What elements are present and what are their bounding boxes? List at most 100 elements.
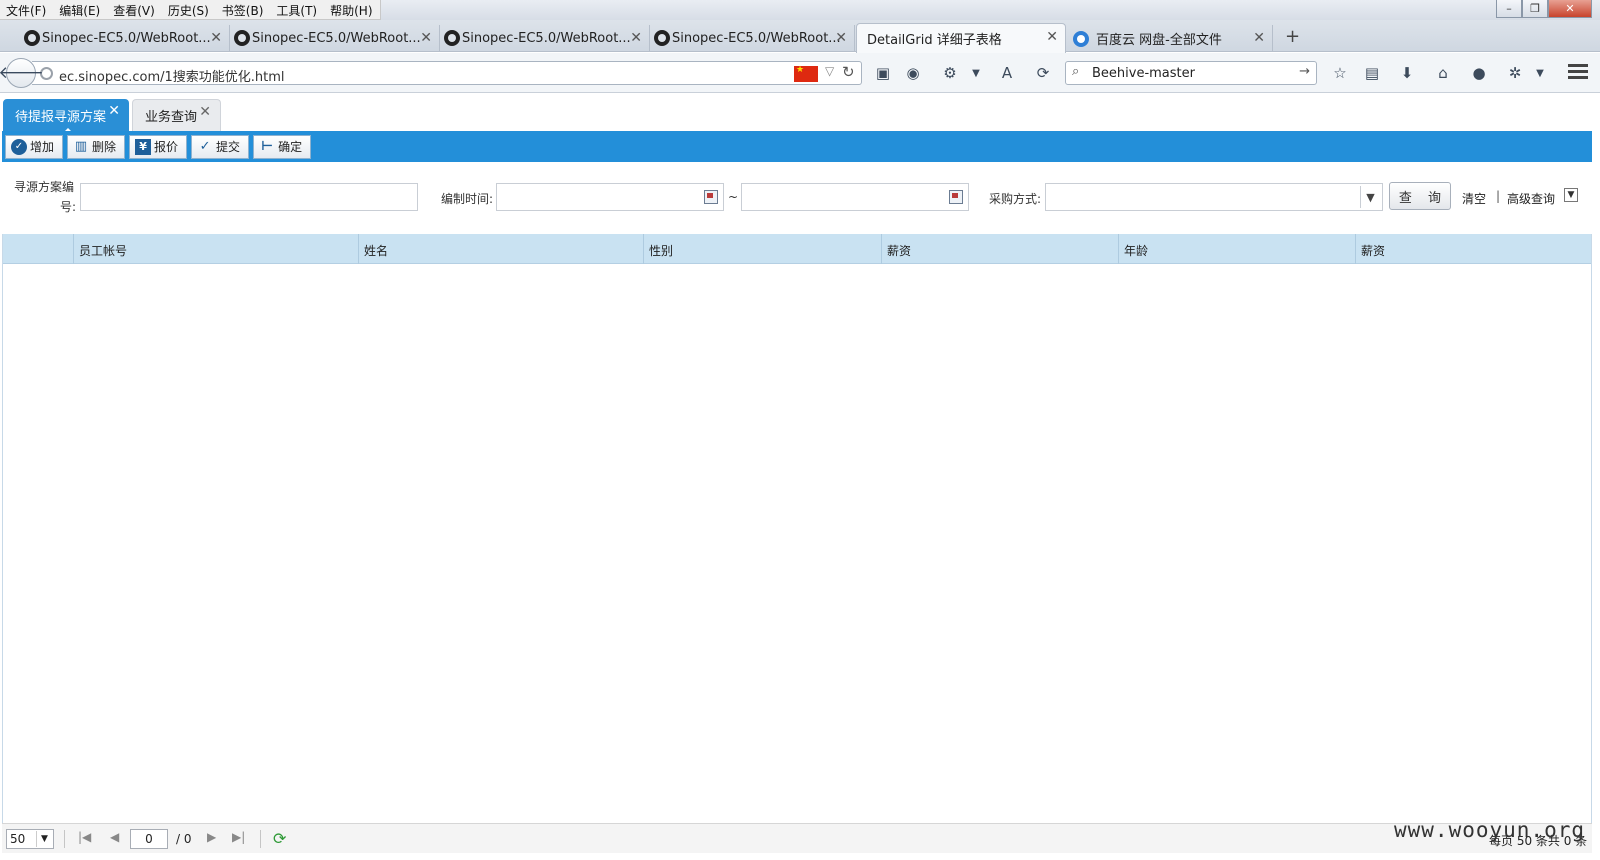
column-header-age[interactable]: 年龄: [1118, 234, 1355, 264]
calendar-icon[interactable]: [949, 190, 963, 204]
url-dropdown-icon[interactable]: ▽: [825, 64, 834, 78]
back-arrow-icon: 🡐: [0, 63, 44, 83]
browser-tab-strip: Sinopec-EC5.0/WebRoot... ✕ Sinopec-EC5.0…: [0, 20, 1600, 53]
addon-icon[interactable]: ◉: [903, 63, 923, 83]
delete-button[interactable]: ▥ 删除: [67, 134, 126, 159]
close-tab-icon[interactable]: ✕: [1046, 29, 1058, 45]
home-icon[interactable]: ⌂: [1433, 63, 1453, 83]
close-tab-icon[interactable]: ✕: [199, 104, 211, 120]
sync-icon[interactable]: ⟳: [1033, 63, 1053, 83]
tab-title: Sinopec-EC5.0/WebRoot...: [252, 31, 421, 46]
close-window-button[interactable]: ✕: [1548, 0, 1592, 18]
overflow-dropdown-icon[interactable]: ▼: [1530, 63, 1550, 83]
date-to-input[interactable]: [741, 183, 969, 211]
quote-button[interactable]: ¥ 报价: [129, 134, 188, 159]
browser-tab[interactable]: Sinopec-EC5.0/WebRoot... ✕: [440, 25, 650, 52]
close-tab-icon[interactable]: ✕: [420, 30, 432, 46]
close-tab-icon[interactable]: ✕: [1253, 30, 1265, 46]
button-label: 增加: [30, 140, 55, 154]
search-form: 寻源方案编 号: 编制时间: ~ 采购方式: ▼ 查 询 清空 | 高级查询 ▼: [2, 162, 1592, 234]
delete-icon: ▥: [74, 139, 88, 154]
button-label: 确定: [278, 140, 303, 154]
menu-history[interactable]: 历史(S): [162, 0, 216, 19]
confirm-button[interactable]: ⊢ 确定: [253, 134, 312, 159]
column-header-salary[interactable]: 薪资: [881, 234, 1118, 264]
next-page-icon[interactable]: ▶: [207, 830, 216, 844]
browser-tab[interactable]: Sinopec-EC5.0/WebRoot... ✕: [650, 25, 855, 52]
button-label: 删除: [92, 140, 117, 154]
github-icon: [444, 30, 460, 46]
china-flag-icon: [794, 65, 818, 82]
column-header-gender[interactable]: 性别: [643, 234, 881, 264]
font-icon[interactable]: A: [997, 63, 1017, 83]
refresh-icon[interactable]: ⟳: [273, 829, 286, 848]
search-go-icon[interactable]: →: [1299, 64, 1310, 79]
settings-icon[interactable]: ⚙: [940, 63, 960, 83]
minimize-button[interactable]: –: [1496, 0, 1522, 18]
navigation-bar: ec.sinopec.com/1搜索功能优化.html ▽ ↻ 🡐 ▣ ◉ ⚙ …: [0, 53, 1600, 93]
action-toolbar: ✓ 增加 ▥ 删除 ¥ 报价 ✓ 提交 ⊢ 确定: [2, 131, 1592, 162]
add-icon: ✓: [11, 138, 27, 155]
bookmark-star-icon[interactable]: ☆: [1330, 63, 1350, 83]
menu-view[interactable]: 查看(V): [107, 0, 162, 19]
menu-help[interactable]: 帮助(H): [324, 0, 379, 19]
tab-title: 百度云 网盘-全部文件: [1096, 33, 1222, 48]
query-button[interactable]: 查 询: [1389, 182, 1451, 210]
page-tabs: 待提报寻源方案 ✕ 业务查询 ✕: [0, 95, 1600, 133]
page-total: / 0: [176, 832, 192, 846]
restore-button[interactable]: ❐: [1522, 0, 1548, 18]
purchase-method-select[interactable]: ▼: [1045, 183, 1383, 211]
search-icon: ⌕: [1072, 64, 1080, 79]
chevron-down-icon[interactable]: ▼: [1360, 186, 1380, 208]
page-number-input[interactable]: 0: [130, 829, 168, 849]
baidu-cloud-icon: [1073, 31, 1089, 47]
close-tab-icon[interactable]: ✕: [835, 30, 847, 46]
github-icon: [24, 30, 40, 46]
submit-button[interactable]: ✓ 提交: [191, 134, 250, 159]
download-icon[interactable]: ⬇: [1397, 63, 1417, 83]
extension-icon[interactable]: ✲: [1505, 63, 1525, 83]
tab-pending-sourcing-plan[interactable]: 待提报寻源方案 ✕: [3, 99, 129, 133]
close-tab-icon[interactable]: ✕: [210, 30, 222, 46]
close-tab-icon[interactable]: ✕: [108, 103, 120, 119]
close-tab-icon[interactable]: ✕: [630, 30, 642, 46]
chevron-down-icon[interactable]: ▼: [1564, 188, 1578, 202]
menu-tools[interactable]: 工具(T): [270, 0, 324, 19]
menu-file[interactable]: 文件(F): [0, 0, 53, 19]
menu-bookmarks[interactable]: 书签(B): [216, 0, 271, 19]
dropdown-icon[interactable]: ▼: [966, 63, 986, 83]
plan-no-input[interactable]: [80, 183, 418, 211]
add-button[interactable]: ✓ 增加: [5, 134, 64, 159]
search-bar[interactable]: ⌕ Beehive-master →: [1065, 61, 1317, 85]
menu-edit[interactable]: 编辑(E): [53, 0, 107, 19]
browser-tab[interactable]: Sinopec-EC5.0/WebRoot... ✕: [230, 25, 440, 52]
browser-tab[interactable]: Sinopec-EC5.0/WebRoot... ✕: [20, 25, 230, 52]
url-text[interactable]: ec.sinopec.com/1搜索功能优化.html: [59, 66, 285, 85]
advanced-query-link[interactable]: 高级查询: [1507, 190, 1555, 207]
reading-list-icon[interactable]: ▤: [1362, 63, 1382, 83]
date-from-input[interactable]: [496, 183, 724, 211]
menu-bar: 文件(F) 编辑(E) 查看(V) 历史(S) 书签(B) 工具(T) 帮助(H…: [0, 0, 381, 20]
page-size-select[interactable]: 50 ▼: [6, 829, 54, 849]
calendar-icon[interactable]: [704, 190, 718, 204]
reload-icon[interactable]: ↻: [842, 63, 855, 81]
last-page-icon[interactable]: ▶|: [232, 830, 245, 844]
column-header-name[interactable]: 姓名: [358, 234, 643, 264]
browser-tab[interactable]: 百度云 网盘-全部文件 ✕: [1068, 25, 1273, 52]
screenshot-icon[interactable]: ▣: [873, 63, 893, 83]
browser-tab-active[interactable]: DetailGrid 详细子表格 ✕: [856, 23, 1066, 53]
url-bar[interactable]: ec.sinopec.com/1搜索功能优化.html ▽ ↻: [32, 61, 862, 85]
chat-icon[interactable]: ●: [1469, 63, 1489, 83]
new-tab-button[interactable]: +: [1285, 26, 1300, 47]
search-input[interactable]: Beehive-master: [1092, 66, 1195, 81]
back-button[interactable]: 🡐: [0, 58, 44, 88]
clear-link[interactable]: 清空: [1462, 190, 1486, 207]
column-header-salary-2[interactable]: 薪资: [1355, 234, 1591, 264]
column-header-employee-account[interactable]: 员工帐号: [73, 234, 358, 264]
first-page-icon[interactable]: |◀: [78, 830, 91, 844]
page-size-value: 50: [10, 832, 26, 846]
tab-title: DetailGrid 详细子表格: [867, 33, 1002, 48]
tab-business-query[interactable]: 业务查询 ✕: [132, 99, 221, 131]
prev-page-icon[interactable]: ◀: [110, 830, 119, 844]
hamburger-menu-icon[interactable]: [1568, 64, 1588, 80]
